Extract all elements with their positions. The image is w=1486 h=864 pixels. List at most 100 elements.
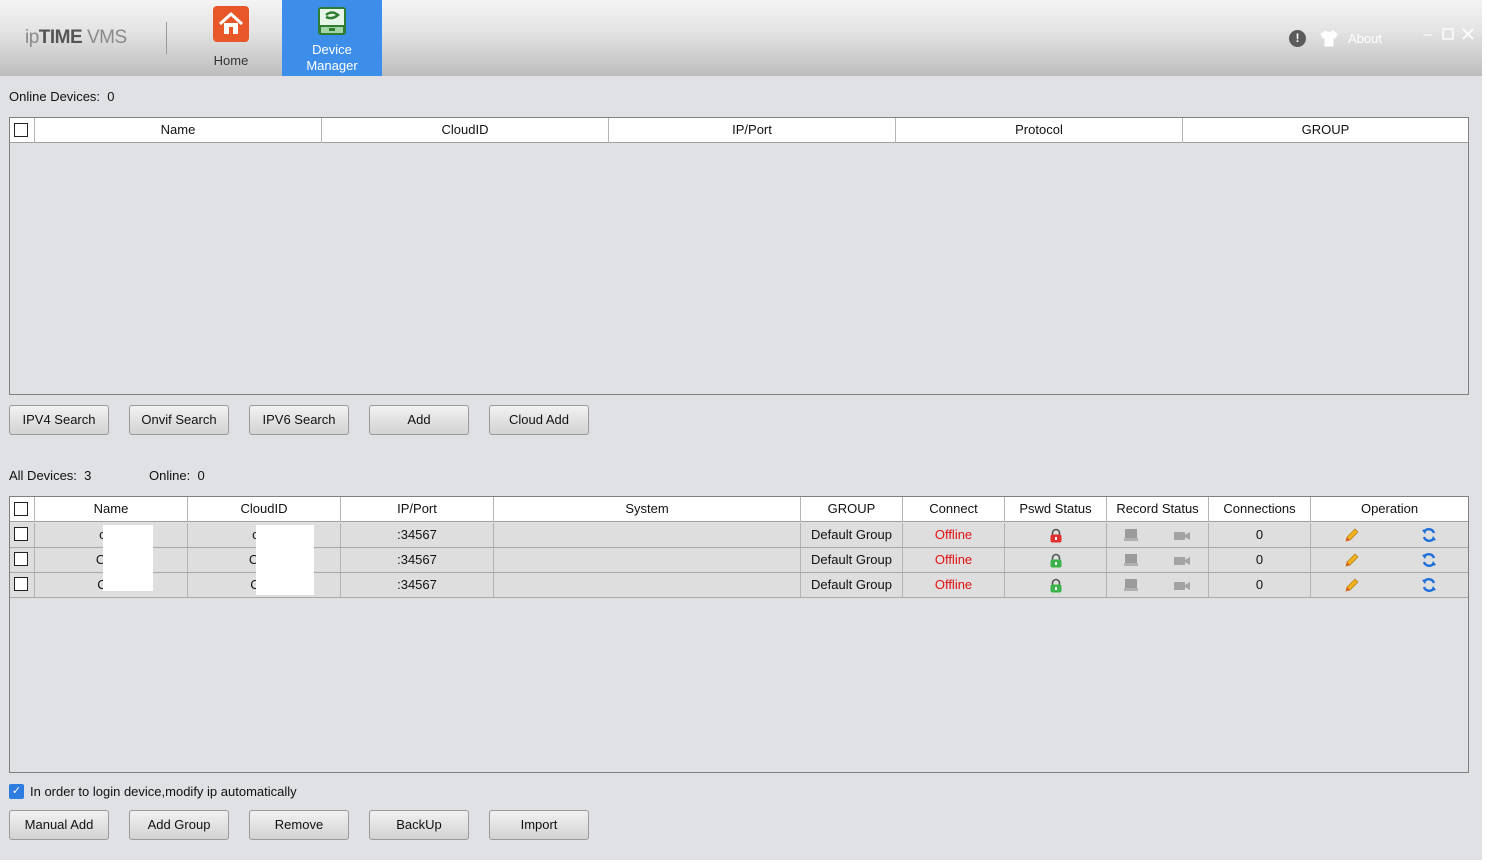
camera-icon bbox=[1174, 557, 1190, 565]
table-row[interactable]: C63I C63I :34567 Default Group Offline 0 bbox=[10, 573, 1468, 598]
manual-add-button[interactable]: Manual Add bbox=[9, 810, 109, 840]
auto-modify-ip-checkbox[interactable]: ✓ bbox=[9, 784, 24, 799]
device-connections: 0 bbox=[1209, 523, 1311, 547]
nav-device-manager-label: Device Manager bbox=[306, 42, 358, 73]
onvif-search-button[interactable]: Onvif Search bbox=[129, 405, 229, 435]
add-button[interactable]: Add bbox=[369, 405, 469, 435]
device-ipport: :34567 bbox=[341, 548, 494, 572]
col-name[interactable]: Name bbox=[35, 118, 322, 143]
nav-home-label: Home bbox=[213, 53, 249, 68]
minimize-icon[interactable]: – bbox=[1419, 26, 1437, 44]
row-checkbox[interactable] bbox=[14, 527, 28, 541]
device-connect-status: Offline bbox=[903, 548, 1005, 572]
col-ipport[interactable]: IP/Port bbox=[341, 497, 494, 522]
close-icon[interactable] bbox=[1459, 26, 1477, 44]
col-group[interactable]: GROUP bbox=[1183, 118, 1468, 143]
record-disk-icon bbox=[1124, 529, 1138, 541]
all-devices-label: All Devices: 3 bbox=[9, 468, 92, 483]
record-disk-icon bbox=[1124, 579, 1138, 591]
col-operation[interactable]: Operation bbox=[1311, 497, 1468, 522]
refresh-icon[interactable] bbox=[1421, 577, 1437, 593]
auto-modify-ip-label[interactable]: In order to login device,modify ip autom… bbox=[30, 784, 297, 799]
col-pswd-status[interactable]: Pswd Status bbox=[1005, 497, 1107, 522]
all-devices-table[interactable]: Name CloudID IP/Port System GROUP Connec… bbox=[9, 496, 1469, 773]
device-ipport: :34567 bbox=[341, 573, 494, 597]
device-connections: 0 bbox=[1209, 573, 1311, 597]
info-alert-icon[interactable]: ! bbox=[1289, 30, 1306, 47]
nav-home-button[interactable]: Home bbox=[181, 0, 281, 76]
refresh-icon[interactable] bbox=[1421, 527, 1437, 543]
online-count-label: Online: 0 bbox=[149, 468, 205, 483]
header-select-all-cell bbox=[10, 118, 35, 143]
online-devices-label: Online Devices: 0 bbox=[9, 89, 115, 104]
lock-green-icon bbox=[1050, 578, 1061, 593]
add-group-button[interactable]: Add Group bbox=[129, 810, 229, 840]
row-select-cell bbox=[10, 548, 35, 572]
device-operations bbox=[1311, 523, 1468, 547]
all-table-header: Name CloudID IP/Port System GROUP Connec… bbox=[10, 497, 1468, 522]
ipv6-search-button[interactable]: IPV6 Search bbox=[249, 405, 349, 435]
online-devices-table[interactable]: Name CloudID IP/Port Protocol GROUP bbox=[9, 117, 1469, 395]
backup-button[interactable]: BackUp bbox=[369, 810, 469, 840]
col-ipport[interactable]: IP/Port bbox=[609, 118, 896, 143]
row-select-cell bbox=[10, 573, 35, 597]
about-link[interactable]: About bbox=[1348, 31, 1382, 46]
lock-red-icon bbox=[1050, 528, 1061, 543]
select-all-online-checkbox[interactable] bbox=[14, 123, 28, 137]
redaction-mask bbox=[256, 525, 314, 595]
device-group: Default Group bbox=[801, 573, 903, 597]
device-pswd-status bbox=[1005, 523, 1107, 547]
edit-pencil-icon[interactable] bbox=[1344, 577, 1360, 593]
app-window: ipTIME VMS Home Device Manager ! About –… bbox=[0, 0, 1482, 860]
device-connect-status: Offline bbox=[903, 573, 1005, 597]
camera-icon bbox=[1174, 532, 1190, 540]
camera-icon bbox=[1174, 582, 1190, 590]
row-select-cell bbox=[10, 523, 35, 547]
table-row[interactable]: C57J C57J :34567 Default Group Offline 0 bbox=[10, 548, 1468, 573]
device-connect-status: Offline bbox=[903, 523, 1005, 547]
header-select-all-cell bbox=[10, 497, 35, 522]
edit-pencil-icon[interactable] bbox=[1344, 552, 1360, 568]
col-connect[interactable]: Connect bbox=[903, 497, 1005, 522]
title-bar: ipTIME VMS Home Device Manager ! About – bbox=[0, 0, 1482, 76]
device-manager-icon bbox=[317, 6, 347, 36]
device-record-status bbox=[1107, 548, 1209, 572]
device-operations bbox=[1311, 573, 1468, 597]
row-checkbox[interactable] bbox=[14, 577, 28, 591]
record-disk-icon bbox=[1124, 554, 1138, 566]
col-protocol[interactable]: Protocol bbox=[896, 118, 1183, 143]
col-connections[interactable]: Connections bbox=[1209, 497, 1311, 522]
import-button[interactable]: Import bbox=[489, 810, 589, 840]
col-name[interactable]: Name bbox=[35, 497, 188, 522]
refresh-icon[interactable] bbox=[1421, 552, 1437, 568]
home-icon bbox=[213, 6, 249, 42]
all-devices-count: 3 bbox=[84, 468, 92, 483]
remove-button[interactable]: Remove bbox=[249, 810, 349, 840]
online-table-header: Name CloudID IP/Port Protocol GROUP bbox=[10, 118, 1468, 143]
cloud-add-button[interactable]: Cloud Add bbox=[489, 405, 589, 435]
select-all-devices-checkbox[interactable] bbox=[14, 502, 28, 516]
row-checkbox[interactable] bbox=[14, 552, 28, 566]
device-connections: 0 bbox=[1209, 548, 1311, 572]
col-system[interactable]: System bbox=[494, 497, 801, 522]
online-count: 0 bbox=[197, 468, 205, 483]
nav-device-manager-button[interactable]: Device Manager bbox=[282, 0, 382, 76]
table-row[interactable]: c57j c57j :34567 Default Group Offline 0 bbox=[10, 523, 1468, 548]
col-record-status[interactable]: Record Status bbox=[1107, 497, 1209, 522]
device-system bbox=[494, 573, 801, 597]
lock-green-icon bbox=[1050, 553, 1061, 568]
device-system bbox=[494, 523, 801, 547]
col-group[interactable]: GROUP bbox=[801, 497, 903, 522]
col-cloudid[interactable]: CloudID bbox=[188, 497, 341, 522]
device-system bbox=[494, 548, 801, 572]
logo-divider bbox=[166, 22, 167, 54]
col-cloudid[interactable]: CloudID bbox=[322, 118, 609, 143]
device-pswd-status bbox=[1005, 573, 1107, 597]
device-pswd-status bbox=[1005, 548, 1107, 572]
online-devices-count: 0 bbox=[107, 89, 115, 104]
maximize-icon[interactable] bbox=[1439, 26, 1457, 44]
device-ipport: :34567 bbox=[341, 523, 494, 547]
tshirt-icon[interactable] bbox=[1320, 30, 1338, 50]
ipv4-search-button[interactable]: IPV4 Search bbox=[9, 405, 109, 435]
edit-pencil-icon[interactable] bbox=[1344, 527, 1360, 543]
